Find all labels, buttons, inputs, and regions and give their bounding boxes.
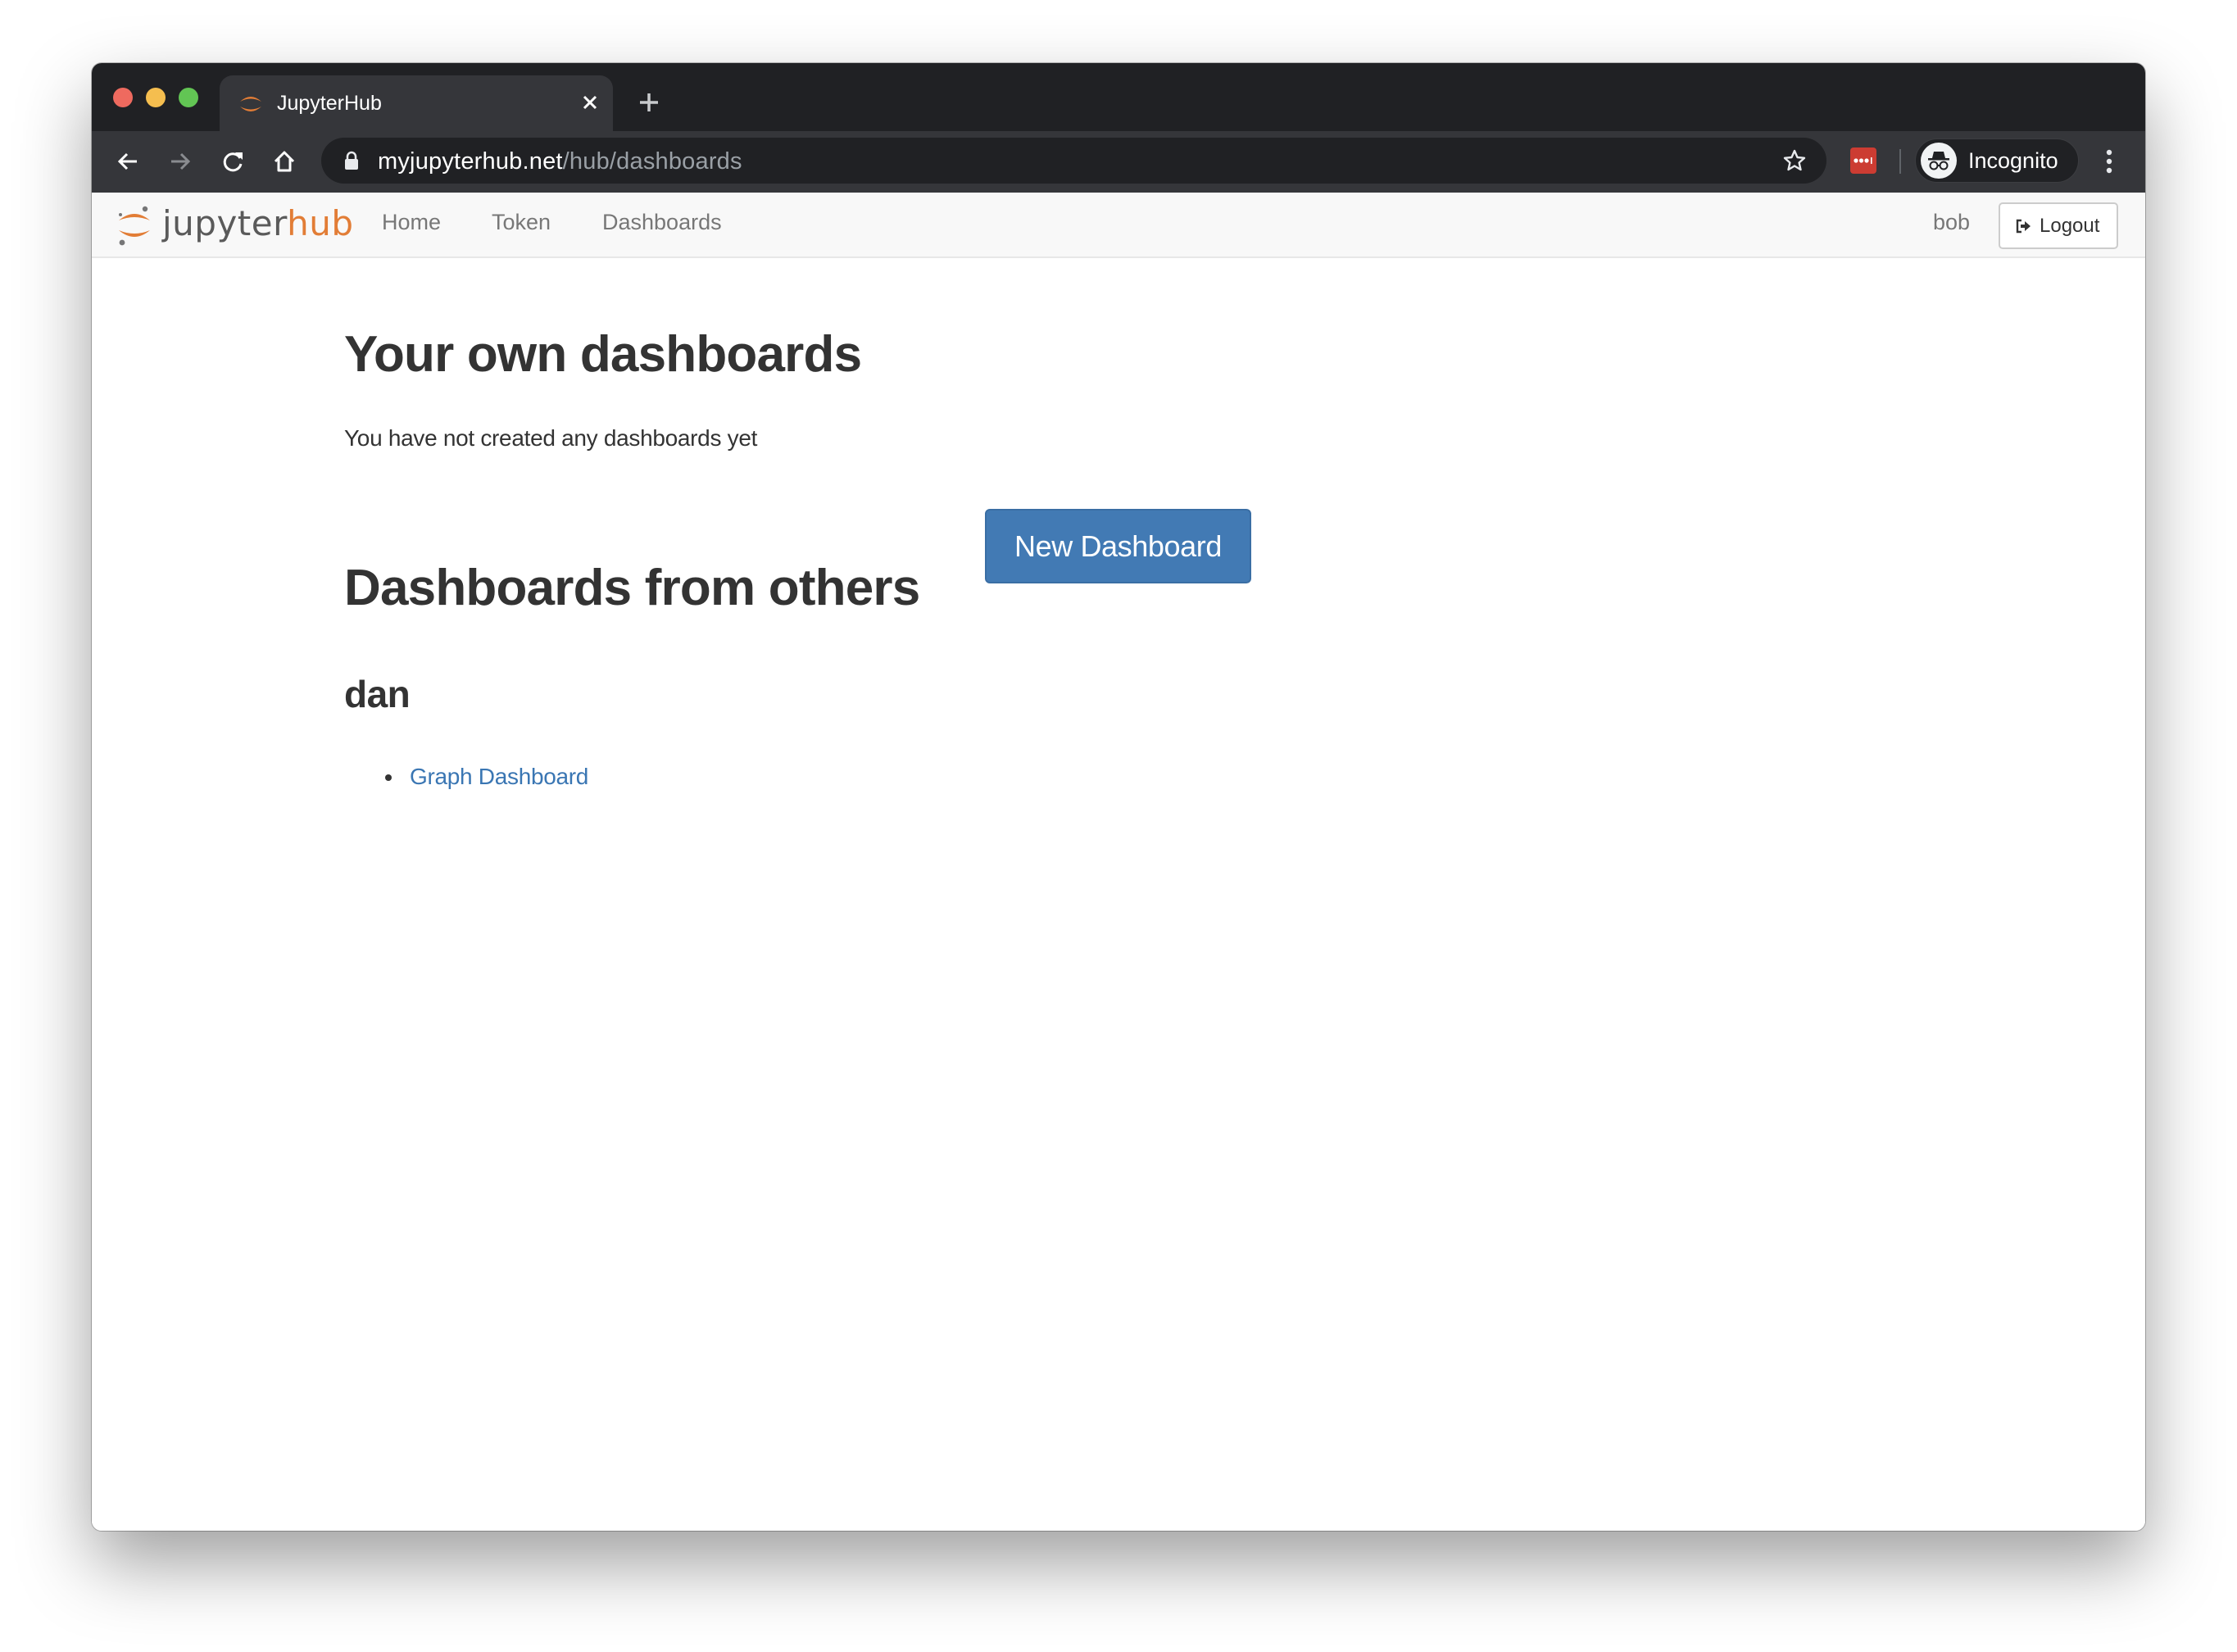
arrow-right-icon[interactable] [168, 149, 193, 174]
bullet [385, 774, 392, 781]
empty-dashboards-message: You have not created any dashboards yet [344, 425, 758, 451]
star-icon[interactable] [1782, 148, 1807, 173]
profile-button[interactable]: Incognito [1915, 138, 2079, 183]
tab-title: JupyterHub [277, 92, 382, 115]
nav-link-home[interactable]: Home [382, 210, 441, 235]
maximize-window-button[interactable] [179, 88, 198, 107]
nav-link-token[interactable]: Token [492, 210, 551, 235]
logo-text-hub: hub [287, 203, 354, 243]
list-item: Graph Dashboard [344, 760, 588, 793]
incognito-icon [1921, 143, 1957, 179]
browser-tab[interactable]: JupyterHub [220, 75, 613, 131]
dashboard-owner-heading: dan [344, 673, 411, 715]
browser-toolbar: myjupyterhub.net/hub/dashboards Incognit… [92, 131, 2145, 193]
navbar: jupyterhub Home Token Dashboards bob Log… [92, 193, 2145, 258]
new-dashboard-button[interactable]: New Dashboard [985, 509, 1251, 583]
logout-label: Logout [2040, 215, 2100, 237]
tab-strip: JupyterHub [92, 63, 2145, 131]
close-window-button[interactable] [113, 88, 133, 107]
url-host: myjupyterhub.net [378, 148, 563, 175]
own-dashboards-heading: Your own dashboards [344, 326, 862, 383]
kebab-menu-icon[interactable] [2099, 148, 2119, 175]
reload-icon[interactable] [220, 149, 245, 174]
browser-window: JupyterHub myjupyterhub.net/hub/dashboar… [92, 63, 2145, 1531]
logo-text: jupyterhub [162, 204, 354, 243]
current-user: bob [1933, 210, 1971, 234]
url-path: /hub/dashboards [562, 148, 742, 175]
dashboard-link[interactable]: Graph Dashboard [410, 764, 588, 789]
plus-icon[interactable] [636, 89, 662, 116]
jupyterhub-logo[interactable]: jupyterhub [116, 202, 387, 248]
profile-label: Incognito [1968, 148, 2058, 173]
lastpass-icon[interactable] [1850, 148, 1876, 174]
minimize-window-button[interactable] [146, 88, 166, 107]
jupyter-logo-icon [240, 97, 261, 111]
nav-link-dashboards[interactable]: Dashboards [602, 210, 722, 235]
page-content: jupyterhub Home Token Dashboards bob Log… [92, 193, 2145, 1531]
home-icon[interactable] [272, 149, 297, 174]
dashboard-list: Graph Dashboard [344, 760, 588, 793]
jupyter-logo-icon [119, 206, 150, 246]
arrow-left-icon[interactable] [116, 149, 140, 174]
lock-icon [345, 151, 358, 170]
url-text[interactable]: myjupyterhub.net/hub/dashboards [378, 148, 742, 175]
address-bar[interactable]: myjupyterhub.net/hub/dashboards [321, 138, 1826, 184]
close-icon[interactable] [578, 90, 602, 115]
logout-button[interactable]: Logout [1999, 202, 2118, 249]
logo-text-jupyter: jupyter [162, 203, 288, 243]
toolbar-separator [1899, 149, 1901, 174]
others-dashboards-heading: Dashboards from others [344, 560, 920, 616]
sign-out-icon [2016, 219, 2031, 234]
